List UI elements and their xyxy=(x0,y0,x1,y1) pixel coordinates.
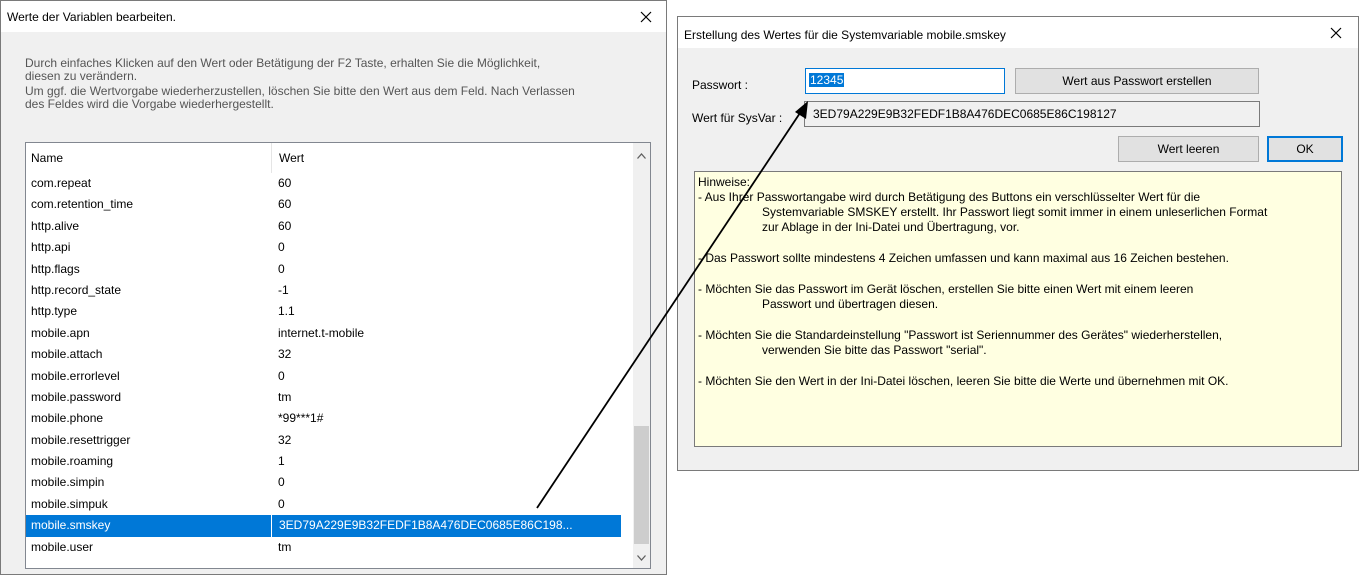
annotation-arrow xyxy=(536,101,808,509)
